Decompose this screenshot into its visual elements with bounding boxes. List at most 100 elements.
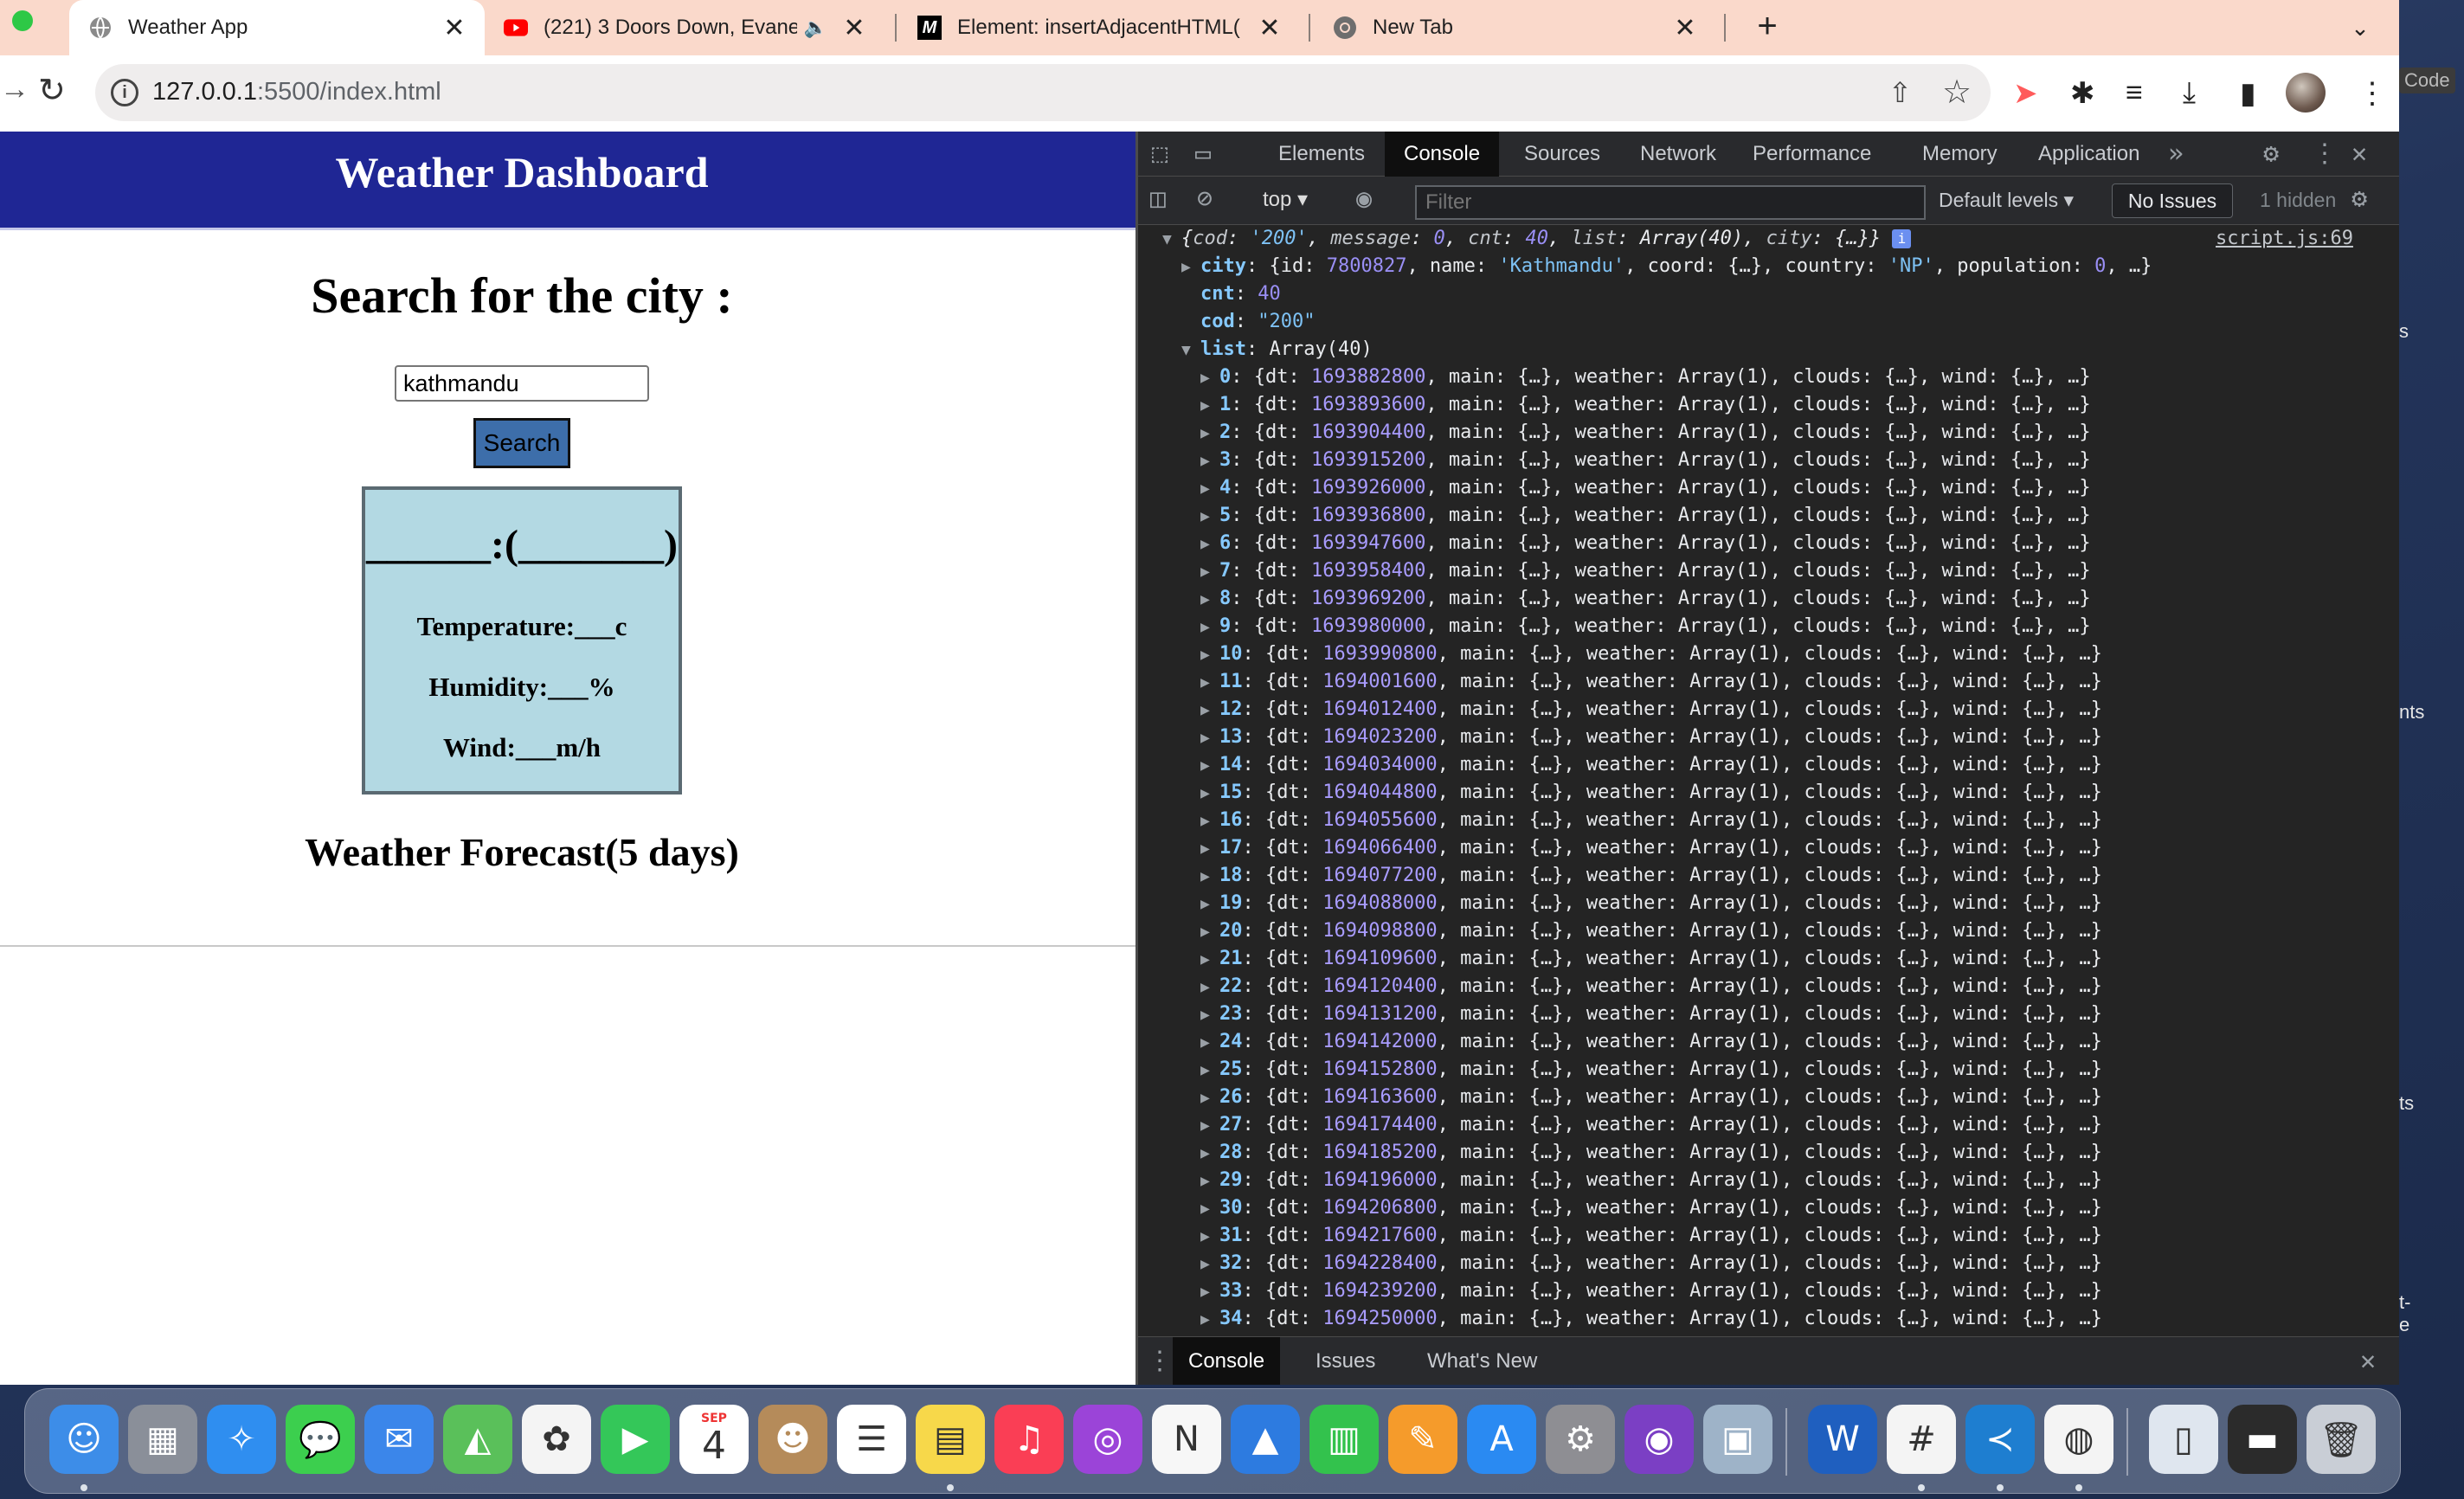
expand-triangle-icon[interactable]: ▶ bbox=[1200, 891, 1219, 918]
console-list-row[interactable]: ▶ 29: {dt: 1694196000, main: {…}, weather… bbox=[1200, 1167, 2102, 1194]
vscode-icon[interactable]: ≺ bbox=[1965, 1405, 2035, 1474]
console-list-row[interactable]: ▶ 10: {dt: 1693990800, main: {…}, weather… bbox=[1200, 640, 2102, 668]
drawer-tab-issues[interactable]: Issues bbox=[1316, 1337, 1375, 1385]
console-list-row[interactable]: ▶ 17: {dt: 1694066400, main: {…}, weather… bbox=[1200, 834, 2102, 862]
console-list-row[interactable]: ▶ 32: {dt: 1694228400, main: {…}, weather… bbox=[1200, 1250, 2102, 1277]
console-settings-gear-icon[interactable]: ⚙ bbox=[2351, 183, 2367, 214]
browser-menu-icon[interactable]: ⋮ bbox=[2358, 76, 2387, 111]
inspect-element-icon[interactable]: ⬚ bbox=[1152, 138, 1168, 169]
system-settings-icon[interactable]: ⚙ bbox=[1546, 1405, 1615, 1474]
expand-triangle-icon[interactable]: ▶ bbox=[1200, 475, 1219, 503]
source-link[interactable]: script.js:69 bbox=[2216, 225, 2353, 253]
speaker-icon[interactable]: 🔈 bbox=[804, 16, 827, 39]
word-icon[interactable]: W bbox=[1808, 1405, 1877, 1474]
console-list-row[interactable]: ▶ 25: {dt: 1694152800, main: {…}, weather… bbox=[1200, 1056, 2102, 1084]
downloads-folder-icon[interactable]: ▯ bbox=[2149, 1405, 2218, 1474]
console-list-row[interactable]: ▶ 4: {dt: 1693926000, main: {…}, weather:… bbox=[1200, 474, 2091, 502]
expand-triangle-icon[interactable]: ▶ bbox=[1200, 1057, 1219, 1084]
console-list-row[interactable]: ▶ 28: {dt: 1694185200, main: {…}, weather… bbox=[1200, 1139, 2102, 1167]
extension-cast-icon[interactable]: ➤ bbox=[2013, 76, 2038, 111]
safari-icon[interactable]: ✧ bbox=[207, 1405, 276, 1474]
sidebar-toggle-icon[interactable]: ◫ bbox=[1150, 183, 1166, 214]
expand-triangle-icon[interactable]: ▶ bbox=[1200, 974, 1219, 1001]
expand-triangle-icon[interactable]: ▶ bbox=[1200, 724, 1219, 752]
drawer-tab-console[interactable]: Console bbox=[1173, 1337, 1281, 1385]
contacts-icon[interactable]: ☻ bbox=[758, 1405, 827, 1474]
search-button[interactable]: Search bbox=[473, 418, 570, 468]
console-list-row[interactable]: ▶ 33: {dt: 1694239200, main: {…}, weather… bbox=[1200, 1277, 2102, 1305]
profile-avatar[interactable] bbox=[2286, 73, 2326, 113]
console-list-row[interactable]: ▶ 24: {dt: 1694142000, main: {…}, weather… bbox=[1200, 1028, 2102, 1056]
console-list-row[interactable]: ▶ 16: {dt: 1694055600, main: {…}, weather… bbox=[1200, 807, 2102, 834]
finder-icon[interactable]: ☺ bbox=[49, 1405, 119, 1474]
console-list-row[interactable]: ▶ 0: {dt: 1693882800, main: {…}, weather:… bbox=[1200, 363, 2091, 391]
launchpad-icon[interactable]: ▦ bbox=[128, 1405, 197, 1474]
console-list-row[interactable]: ▶ 2: {dt: 1693904400, main: {…}, weather:… bbox=[1200, 419, 2091, 447]
expand-triangle-icon[interactable]: ▶ bbox=[1200, 558, 1219, 586]
chrome-icon[interactable]: ◍ bbox=[2044, 1405, 2113, 1474]
expand-triangle-icon[interactable]: ▼ bbox=[1162, 226, 1181, 254]
log-levels-dropdown[interactable]: Default levels ▾ bbox=[1939, 189, 2074, 212]
calendar-icon[interactable]: SEP 4 bbox=[679, 1405, 749, 1474]
expand-triangle-icon[interactable]: ▶ bbox=[1200, 780, 1219, 807]
expand-triangle-icon[interactable]: ▶ bbox=[1200, 614, 1219, 641]
expand-triangle-icon[interactable]: ▶ bbox=[1200, 586, 1219, 614]
console-list-row[interactable]: ▶ 27: {dt: 1694174400, main: {…}, weather… bbox=[1200, 1111, 2102, 1139]
expand-triangle-icon[interactable]: ▶ bbox=[1200, 1306, 1219, 1334]
console-list-row[interactable]: ▶ 21: {dt: 1694109600, main: {…}, weather… bbox=[1200, 945, 2102, 973]
close-tab-icon[interactable]: ✕ bbox=[841, 13, 867, 43]
slack-icon[interactable]: # bbox=[1887, 1405, 1956, 1474]
screenshot-stack-icon[interactable]: ▬ bbox=[2228, 1405, 2297, 1474]
keynote-icon[interactable]: ▲ bbox=[1231, 1405, 1300, 1474]
close-tab-icon[interactable]: ✕ bbox=[441, 13, 467, 43]
expand-triangle-icon[interactable]: ▶ bbox=[1200, 1112, 1219, 1140]
trash-icon[interactable]: 🗑 bbox=[2306, 1405, 2376, 1474]
console-list-row[interactable]: ▶ 13: {dt: 1694023200, main: {…}, weather… bbox=[1200, 724, 2102, 751]
devtools-menu-icon[interactable]: ⋮ bbox=[2312, 138, 2338, 169]
expand-triangle-icon[interactable]: ▶ bbox=[1200, 1251, 1219, 1278]
tab-youtube[interactable]: (221) 3 Doors Down, Evane 🔈 ✕ bbox=[499, 0, 885, 55]
expand-triangle-icon[interactable]: ▶ bbox=[1200, 1168, 1219, 1195]
console-list-row[interactable]: ▶ 11: {dt: 1694001600, main: {…}, weather… bbox=[1200, 668, 2102, 696]
expand-triangle-icon[interactable]: ▶ bbox=[1200, 946, 1219, 974]
console-list-row[interactable]: ▶ 6: {dt: 1693947600, main: {…}, weather:… bbox=[1200, 530, 2091, 557]
expand-triangle-icon[interactable]: ▶ bbox=[1200, 669, 1219, 697]
bookmark-star-icon[interactable]: ☆ bbox=[1942, 73, 1972, 112]
window-zoom-button[interactable] bbox=[12, 10, 33, 31]
console-list-row[interactable]: ▶ 5: {dt: 1693936800, main: {…}, weather:… bbox=[1200, 502, 2091, 530]
expand-triangle-icon[interactable]: ▶ bbox=[1200, 1084, 1219, 1112]
console-list-row[interactable]: ▶ 14: {dt: 1694034000, main: {…}, weather… bbox=[1200, 751, 2102, 779]
expand-triangle-icon[interactable]: ▶ bbox=[1200, 420, 1219, 447]
github-desktop-icon[interactable]: ◉ bbox=[1624, 1405, 1694, 1474]
clear-console-icon[interactable]: ⊘ bbox=[1197, 183, 1213, 214]
music-icon[interactable]: ♫ bbox=[994, 1405, 1064, 1474]
tab-application[interactable]: Application bbox=[2038, 132, 2139, 177]
app-store-icon[interactable]: A bbox=[1467, 1405, 1536, 1474]
expand-triangle-icon[interactable]: ▶ bbox=[1181, 254, 1200, 281]
console-filter-input[interactable] bbox=[1415, 185, 1926, 220]
console-list-row[interactable]: ▶ 9: {dt: 1693980000, main: {…}, weather:… bbox=[1200, 613, 2091, 640]
share-icon[interactable]: ⇧ bbox=[1888, 76, 1912, 109]
expand-triangle-icon[interactable]: ▶ bbox=[1200, 392, 1219, 420]
media-queue-icon[interactable]: ≡ bbox=[2126, 76, 2143, 110]
new-tab-button[interactable]: + bbox=[1748, 7, 1786, 45]
console-list-row[interactable]: ▶ 18: {dt: 1694077200, main: {…}, weather… bbox=[1200, 862, 2102, 890]
info-badge-icon[interactable]: i bbox=[1892, 229, 1912, 248]
console-list-row[interactable]: ▶ 31: {dt: 1694217600, main: {…}, weather… bbox=[1200, 1222, 2102, 1250]
back-arrow-icon[interactable]: → bbox=[0, 73, 29, 106]
download-icon[interactable]: ⤓ bbox=[2183, 76, 2196, 110]
city-search-input[interactable] bbox=[395, 365, 649, 402]
expand-triangle-icon[interactable]: ▶ bbox=[1200, 364, 1219, 392]
issues-button[interactable]: No Issues bbox=[2112, 183, 2233, 218]
console-list-row[interactable]: ▶ 34: {dt: 1694250000, main: {…}, weather… bbox=[1200, 1305, 2102, 1333]
live-expression-eye-icon[interactable]: ◉ bbox=[1356, 183, 1372, 214]
console-row-city[interactable]: ▶ city: {id: 7800827, name: 'Kathmandu', … bbox=[1181, 253, 2152, 280]
expand-triangle-icon[interactable]: ▶ bbox=[1200, 807, 1219, 835]
expand-triangle-icon[interactable]: ▶ bbox=[1200, 1001, 1219, 1029]
close-devtools-icon[interactable]: ✕ bbox=[2351, 138, 2367, 169]
expand-triangle-icon[interactable]: ▶ bbox=[1200, 503, 1219, 531]
expand-triangle-icon[interactable]: ▶ bbox=[1200, 697, 1219, 724]
expand-triangle-icon[interactable]: ▶ bbox=[1200, 1195, 1219, 1223]
settings-gear-icon[interactable]: ⚙ bbox=[2263, 138, 2279, 169]
reminders-icon[interactable]: ☰ bbox=[837, 1405, 906, 1474]
